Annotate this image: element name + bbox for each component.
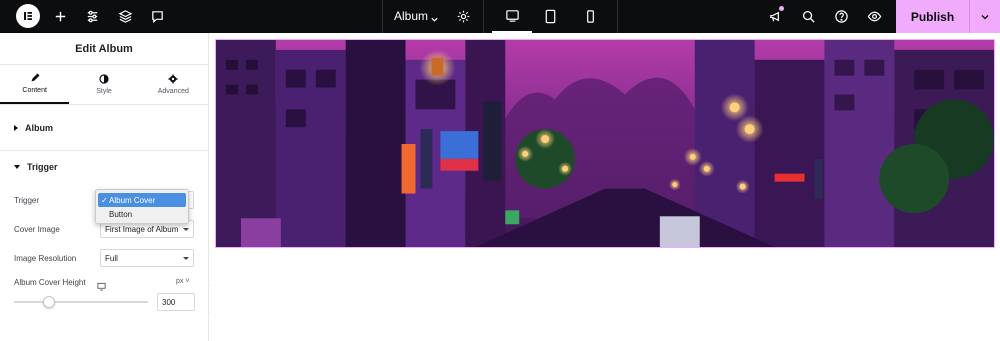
half-circle-icon [99,74,109,84]
tab-style[interactable]: Style [69,65,138,104]
trigger-dropdown-menu: ✓ Album Cover Button [95,189,189,224]
cover-image-label: Cover Image [14,225,60,234]
sliders-icon[interactable] [84,8,101,25]
album-cover-image[interactable] [215,39,995,248]
section-album-label: Album [25,122,53,133]
search-icon[interactable] [800,8,817,25]
panel-tabs: Content Style Advanced [0,65,208,105]
layers-icon[interactable] [117,8,134,25]
top-bar: Album Publish [0,0,1000,33]
chat-icon[interactable] [149,8,166,25]
section-album[interactable]: Album [0,105,208,151]
plus-icon[interactable] [52,8,69,25]
height-number-input[interactable]: 300 [157,293,195,311]
chevron-down-icon[interactable] [430,11,439,29]
help-icon[interactable] [833,8,850,25]
section-trigger[interactable]: Trigger [0,151,208,183]
tablet-icon[interactable] [530,0,570,33]
unit-select[interactable]: px ˅ [176,278,189,285]
publish-options-chevron-icon[interactable] [969,0,1000,33]
select-caret-icon [183,257,189,260]
tab-advanced[interactable]: Advanced [139,65,208,104]
height-slider-track[interactable] [14,301,148,303]
tab-advanced-label: Advanced [157,88,189,95]
height-slider-handle[interactable] [42,296,55,308]
document-title[interactable]: Album [394,9,428,23]
dropdown-option-label: Album Cover [109,195,156,205]
checkmark-icon: ✓ [101,195,108,205]
trigger-label: Trigger [14,196,40,205]
gear-icon[interactable] [455,8,472,25]
pencil-icon [31,73,40,82]
album-cover-height-label: Album Cover Height [14,278,86,287]
dropdown-option-label: Button [109,209,133,219]
cover-image-value: First Image of Album [105,224,179,234]
caret-right-icon [14,124,18,131]
desktop-icon[interactable] [492,0,532,33]
select-caret-icon [183,228,189,231]
unit-value: px [176,278,184,285]
image-resolution-select[interactable]: Full [100,249,194,267]
mobile-icon[interactable] [570,0,610,33]
tab-content-label: Content [22,87,47,94]
dropdown-option-button[interactable]: Button [98,207,186,221]
responsive-desktop-icon[interactable] [97,278,106,296]
gear-icon [168,74,178,84]
publish-button[interactable]: Publish [896,0,969,33]
elementor-logo-icon[interactable] [16,4,40,28]
tab-style-label: Style [96,88,112,95]
image-resolution-value: Full [105,253,118,263]
tab-content[interactable]: Content [0,65,70,104]
section-trigger-label: Trigger [27,162,58,172]
caret-down-icon [14,165,20,169]
notification-dot [779,6,784,11]
eye-icon[interactable] [866,8,883,25]
image-resolution-label: Image Resolution [14,254,77,263]
panel-title: Edit Album [0,33,208,65]
dropdown-option-album-cover[interactable]: ✓ Album Cover [98,193,186,207]
